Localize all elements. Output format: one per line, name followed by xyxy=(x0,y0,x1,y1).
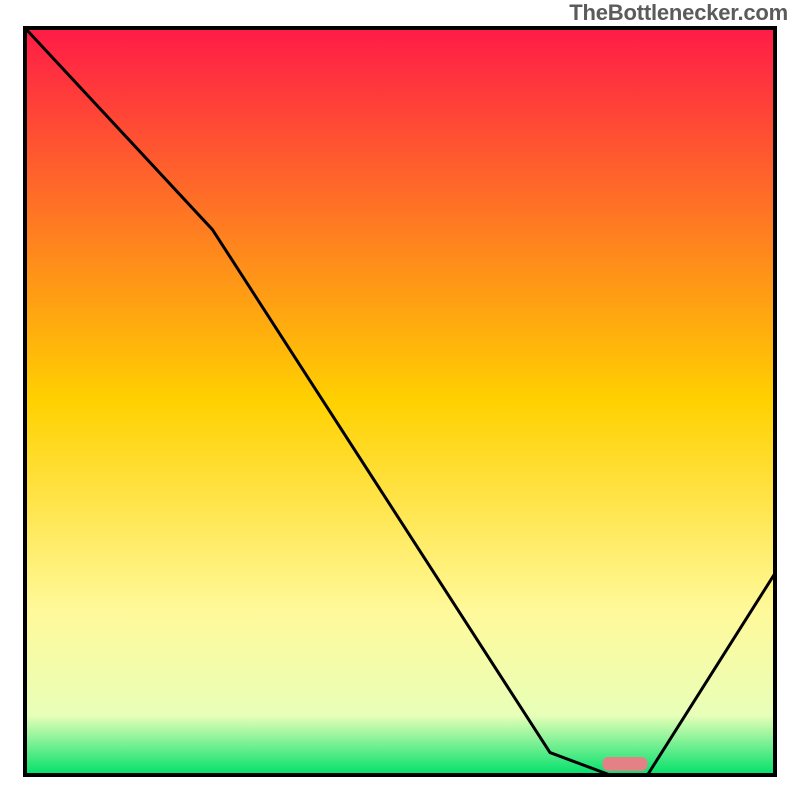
chart-svg xyxy=(0,0,800,800)
chart-container: TheBottlenecker.com xyxy=(0,0,800,800)
optimal-marker xyxy=(603,757,648,771)
watermark: TheBottlenecker.com xyxy=(569,0,788,26)
plot-area xyxy=(25,28,775,775)
plot-background xyxy=(25,28,775,775)
